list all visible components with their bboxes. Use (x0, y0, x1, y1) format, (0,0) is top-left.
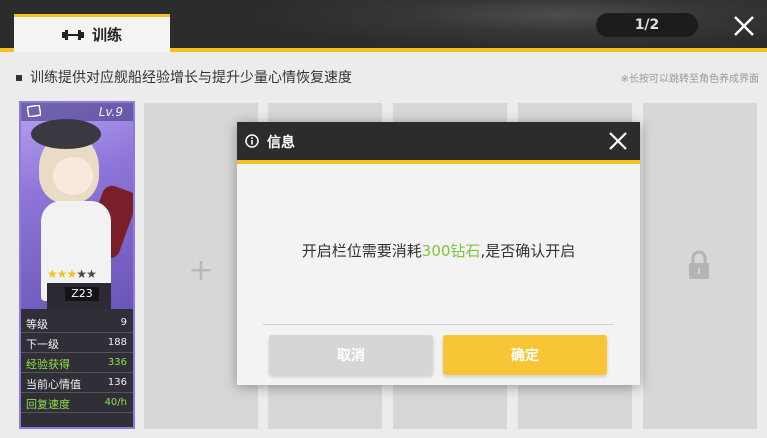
description-label: 训练提供对应舰船经验增长与提升少量心情恢复速度 (30, 70, 352, 86)
message-prefix: 开启栏位需要消耗 (301, 242, 422, 260)
dialog-message: 开启栏位需要消耗300钻石,是否确认开启 (237, 240, 640, 261)
info-icon (245, 134, 259, 148)
page-indicator: 1/2 (596, 13, 698, 37)
stat-value: 9 (120, 317, 127, 328)
stat-label: 下一级 (26, 338, 59, 351)
stat-label: 回复速度 (26, 398, 70, 411)
stat-label: 经验获得 (26, 358, 70, 371)
stat-label: 等级 (26, 318, 48, 331)
bullet-icon (16, 75, 22, 81)
rarity-stars: ★★★★★ (47, 267, 97, 281)
stat-value: 188 (107, 337, 127, 348)
cancel-button[interactable]: 取消 (269, 335, 433, 375)
dumbbell-icon (61, 29, 84, 40)
star-icon: ★ (86, 267, 97, 281)
stat-row-level: 等级 9 (21, 313, 133, 333)
dialog-title: 信息 (267, 135, 295, 151)
dialog-divider (263, 324, 614, 325)
close-icon[interactable] (606, 129, 630, 153)
ship-name: Z23 (65, 287, 99, 301)
ship-level: Lv.9 (98, 105, 123, 119)
stat-label: 当前心情值 (26, 378, 81, 391)
stat-value: 40/h (104, 397, 127, 408)
dialog-header: 信息 (237, 122, 640, 160)
tab-training[interactable]: 训练 (14, 14, 170, 52)
close-icon[interactable] (730, 12, 758, 40)
stat-row-recovery: 回复速度 40/h (21, 393, 133, 413)
star-icon: ★ (56, 267, 68, 281)
description-text: 训练提供对应舰船经验增长与提升少量心情恢复速度 (16, 67, 352, 87)
star-icon: ★ (66, 267, 78, 281)
card-header: Lv.9 (21, 103, 133, 121)
ship-type-icon (27, 105, 41, 117)
lock-icon (689, 250, 709, 279)
stat-value: 336 (107, 357, 127, 368)
dialog-accent-line (237, 160, 640, 164)
stat-row-morale: 当前心情值 136 (21, 373, 133, 393)
stat-value: 136 (107, 377, 127, 388)
hint-text: ※长按可以跳转至角色养成界面 (620, 74, 759, 85)
message-suffix: ,是否确认开启 (480, 242, 576, 260)
star-icon: ★ (76, 267, 87, 281)
tab-label: 训练 (91, 26, 122, 44)
message-cost: 300钻石 (421, 242, 481, 260)
ship-card[interactable]: Lv.9 ★★★★★ Z23 等级 9 下一级 188 经验获得 336 当前心… (19, 101, 135, 429)
stat-row-next-level: 下一级 188 (21, 333, 133, 353)
confirm-button[interactable]: 确定 (443, 335, 607, 375)
stat-row-exp-gain: 经验获得 336 (21, 353, 133, 373)
star-icon: ★ (47, 267, 58, 281)
info-dialog: 信息 开启栏位需要消耗300钻石,是否确认开启 取消 确定 (237, 122, 640, 385)
